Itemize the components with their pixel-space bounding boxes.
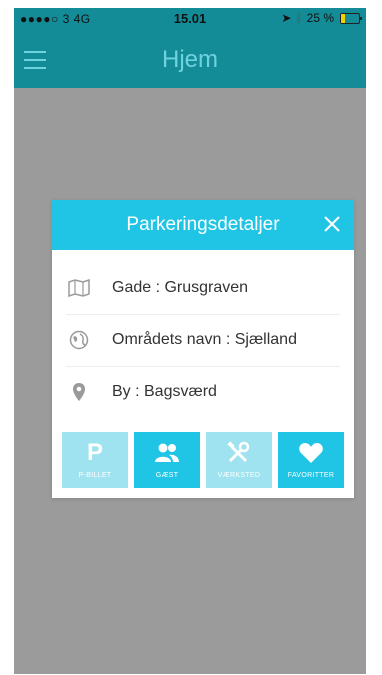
detail-row-street: Gade : Grusgraven <box>66 262 340 315</box>
guest-button[interactable]: GÆST <box>134 432 200 488</box>
tools-icon <box>206 438 272 468</box>
close-icon[interactable] <box>320 212 344 236</box>
status-bar: ●●●●○ 3 4G 15.01 ➤ ᛒ 25 % <box>14 8 366 30</box>
p-billet-label: P-BILLET <box>78 472 112 479</box>
users-icon <box>134 438 200 468</box>
detail-row-area: Områdets navn : Sjælland <box>66 314 340 367</box>
workshop-label: VÆRKSTED <box>217 472 261 479</box>
modal-header: Parkeringsdetaljer <box>52 200 354 250</box>
action-buttons: P P-BILLET GÆST VÆRKSTED FAVORITTER <box>62 432 344 488</box>
workshop-button[interactable]: VÆRKSTED <box>206 432 272 488</box>
map-icon <box>66 278 92 298</box>
parking-icon: P <box>86 439 103 466</box>
p-billet-button[interactable]: P P-BILLET <box>62 432 128 488</box>
detail-row-city: By : Bagsværd <box>66 366 340 418</box>
heart-icon <box>278 438 344 468</box>
guest-label: GÆST <box>155 472 179 479</box>
favorites-button[interactable]: FAVORITTER <box>278 432 344 488</box>
street-text: Gade : Grusgraven <box>112 279 249 296</box>
battery-icon <box>340 12 362 24</box>
favorites-label: FAVORITTER <box>287 472 335 479</box>
modal-title: Parkeringsdetaljer <box>126 214 280 235</box>
battery-percentage: 25 % <box>306 11 334 25</box>
globe-icon <box>66 330 92 350</box>
parking-details-modal: Parkeringsdetaljer Gade : Grusgraven Omr… <box>52 200 354 498</box>
app-screen: ●●●●○ 3 4G 15.01 ➤ ᛒ 25 % Hjem Parkering… <box>14 8 366 674</box>
status-right: ➤ ᛒ 25 % <box>281 11 362 25</box>
bluetooth-icon: ᛒ <box>295 11 303 25</box>
city-text: By : Bagsværd <box>112 383 217 400</box>
top-bar: ●●●●○ 3 4G 15.01 ➤ ᛒ 25 % Hjem <box>14 8 366 88</box>
location-arrow-icon: ➤ <box>281 11 292 25</box>
area-text: Områdets navn : Sjælland <box>112 331 297 348</box>
page-title: Hjem <box>161 46 218 73</box>
location-pin-icon <box>66 382 92 402</box>
